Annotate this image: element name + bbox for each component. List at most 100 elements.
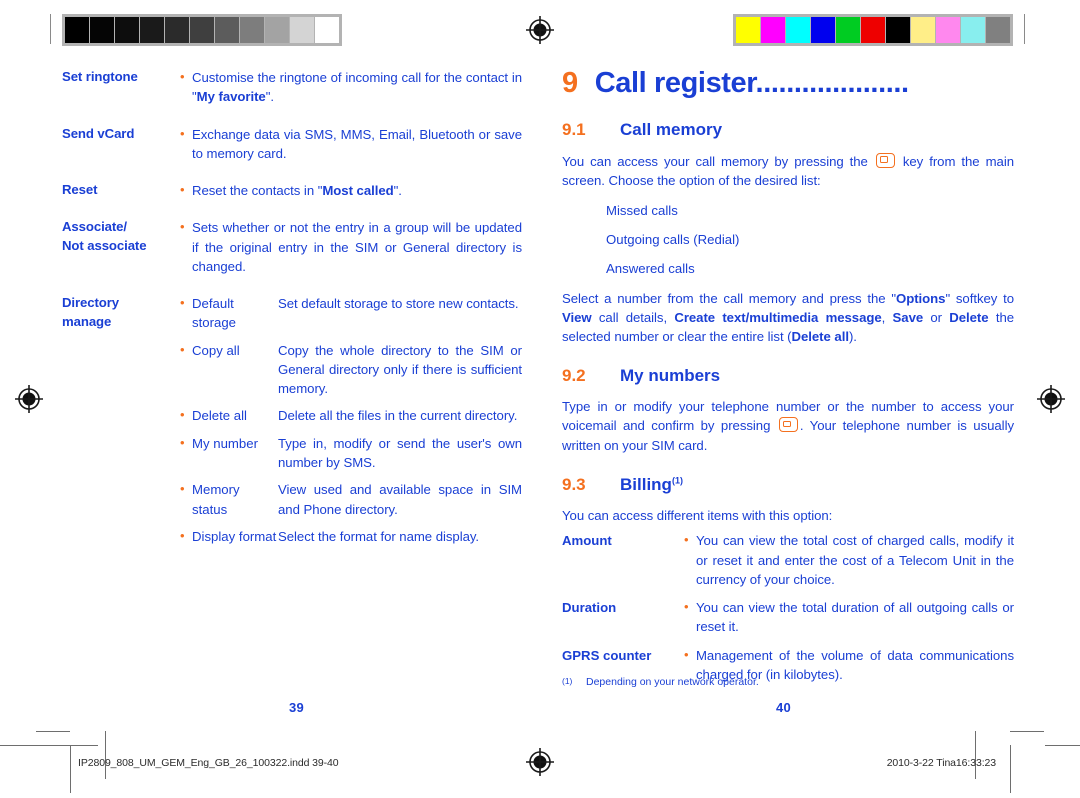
sub-option-row: • Display format Select the format for nam… [180, 527, 522, 554]
calibration-swatch-0 [736, 17, 760, 43]
option-description-cell: • Sets whether or not the entry in a grou… [180, 218, 522, 294]
option-term: Reset [62, 181, 180, 218]
footer-file-name: IP2809_808_UM_GEM_Eng_GB_26_100322.indd … [78, 757, 339, 769]
bullet-marker: • [180, 341, 185, 357]
sub-option-text: Delete all the files in the current dire… [278, 408, 518, 424]
option-term: Set ringtone [62, 68, 180, 125]
calibration-swatch-2 [786, 17, 810, 43]
sub-option-text: Select the format for name display. [278, 528, 480, 544]
billing-description: You can view the total cost of charged c… [696, 533, 1014, 587]
calibration-swatch-7 [240, 17, 264, 43]
page-number-right: 40 [776, 700, 792, 715]
crop-mark-br-v-inner [975, 731, 976, 779]
bullet-marker: • [180, 407, 185, 423]
bullet-marker: • [180, 182, 185, 198]
call-memory-outro: Select a number from the call memory and… [562, 290, 1015, 344]
section-title: Call memory [620, 120, 723, 140]
my-numbers-body: Type in or modify your telephone number … [562, 397, 1014, 454]
sub-option-row: • Copy all Copy the whole directory to the… [180, 341, 522, 407]
crop-mark-br-h-inner [1045, 745, 1080, 746]
section-heading-billing: 9.3 Billing(1) [562, 475, 1014, 495]
calibration-swatch-8 [936, 17, 960, 43]
option-term: Send vCard [62, 125, 180, 182]
footer-date-stamp: 2010-3-22 Tina16:33:23 [886, 757, 996, 769]
option-term-line: Reset [62, 182, 98, 198]
sub-option-label: My number [192, 435, 258, 451]
bullet-row: • Customise the ringtone of incoming call… [180, 68, 522, 116]
option-term-line: Set ringtone [62, 69, 138, 84]
billing-intro: You can access different items with this… [562, 508, 833, 524]
bullet-marker: • [180, 434, 185, 450]
calibration-swatch-4 [165, 17, 189, 43]
registration-mark-top [525, 15, 555, 45]
sub-option-label: Memory status [192, 482, 240, 517]
list-item: Missed calls [606, 203, 678, 219]
sub-option-text: Set default storage to store new contact… [278, 296, 519, 312]
option-term-line: Associate/ [62, 219, 127, 235]
option-term: Directory manage [62, 294, 180, 563]
sub-option-label: Default storage [192, 296, 236, 331]
table-row: Duration • You can view the total duration… [562, 598, 1014, 646]
section-number: 9.3 [562, 474, 586, 494]
calibration-swatch-3 [811, 17, 835, 43]
section-heading-my-numbers: 9.2 My numbers [562, 366, 1014, 386]
bullet-marker: • [684, 599, 689, 615]
bullet-row: • Reset the contacts in "Most called". [180, 181, 522, 209]
calibration-swatch-8 [265, 17, 289, 43]
footnote-marker: (1) [562, 676, 573, 686]
sub-options-table: • Default storage Set default storage to s… [180, 294, 522, 554]
registration-mark-bottom [525, 747, 555, 777]
calibration-swatch-0 [65, 17, 89, 43]
call-memory-list: Missed calls Outgoing calls (Redial) Answe… [562, 201, 1014, 278]
bullet-marker: • [684, 532, 689, 548]
billing-options-table: Amount • You can view the total cost of ch… [562, 531, 1014, 693]
calibration-swatch-10 [986, 17, 1010, 43]
calibration-swatch-6 [215, 17, 239, 43]
bullet-text: Exchange data via SMS, MMS, Email, Bluet… [192, 126, 522, 161]
table-row: Set ringtone • Customise the ringtone of i… [62, 68, 522, 125]
crop-mark-bl-v-inner [105, 731, 106, 779]
bullet-text: Sets whether or not the entry in a group… [192, 220, 522, 274]
section-heading-call-memory: 9.1 Call memory [562, 120, 1014, 140]
registration-mark-left [14, 384, 44, 414]
crop-mark-bl-h-inner [0, 745, 98, 746]
registration-mark-right [1036, 384, 1066, 414]
bullet-marker: • [180, 481, 185, 497]
sub-option-row: • Delete all Delete all the files in the c… [180, 406, 522, 433]
crop-mark-bl-h-outer [36, 731, 70, 732]
option-term-line: Directory [62, 295, 120, 311]
chapter-title-text: Call register.................... [594, 67, 909, 99]
bullet-row: • Exchange data via SMS, MMS, Email, Blue… [180, 125, 522, 173]
page-footnote: (1) Depending on your network operator. [562, 676, 759, 690]
sub-option-text: View used and available space in SIM and… [278, 482, 522, 517]
option-term-line: manage [62, 313, 112, 329]
calibration-swatch-5 [190, 17, 214, 43]
option-term: Associate/Not associate [62, 218, 180, 294]
bullet-marker: • [180, 69, 185, 84]
table-row: Directory manage • Default storage Set defau… [62, 294, 522, 563]
bullet-marker: • [180, 219, 185, 235]
page-number-left: 39 [289, 700, 305, 715]
sub-option-label: Copy all [192, 342, 240, 358]
left-page-content: Set ringtone • Customise the ringtone of i… [62, 68, 522, 563]
color-calibration-strip [733, 14, 1013, 46]
crop-mark-bl-v-outer [70, 745, 71, 793]
chapter-title: 9 Call register.................... [562, 68, 1014, 98]
option-description-cell: • Exchange data via SMS, MMS, Email, Blue… [180, 125, 522, 182]
billing-term: Duration [562, 600, 617, 616]
call-memory-intro-before: You can access your call memory by press… [562, 153, 874, 169]
grayscale-calibration-strip [62, 14, 342, 46]
bullet-marker: • [180, 125, 185, 141]
ok-key-icon [778, 417, 798, 433]
calibration-swatch-9 [290, 17, 314, 43]
calibration-swatch-3 [140, 17, 164, 43]
option-description-cell: • Customise the ringtone of incoming call… [180, 68, 522, 125]
sub-option-row: • My number Type in, modify or send the us… [180, 434, 522, 481]
calibration-swatch-4 [836, 17, 860, 43]
billing-description: You can view the total duration of all o… [696, 600, 1014, 635]
option-description-cell: • Reset the contacts in "Most called". [180, 181, 522, 218]
chapter-number: 9 [562, 67, 578, 99]
calibration-swatch-9 [961, 17, 985, 43]
document-spread: Set ringtone • Customise the ringtone of i… [0, 0, 1080, 798]
billing-term: Amount [562, 533, 612, 549]
